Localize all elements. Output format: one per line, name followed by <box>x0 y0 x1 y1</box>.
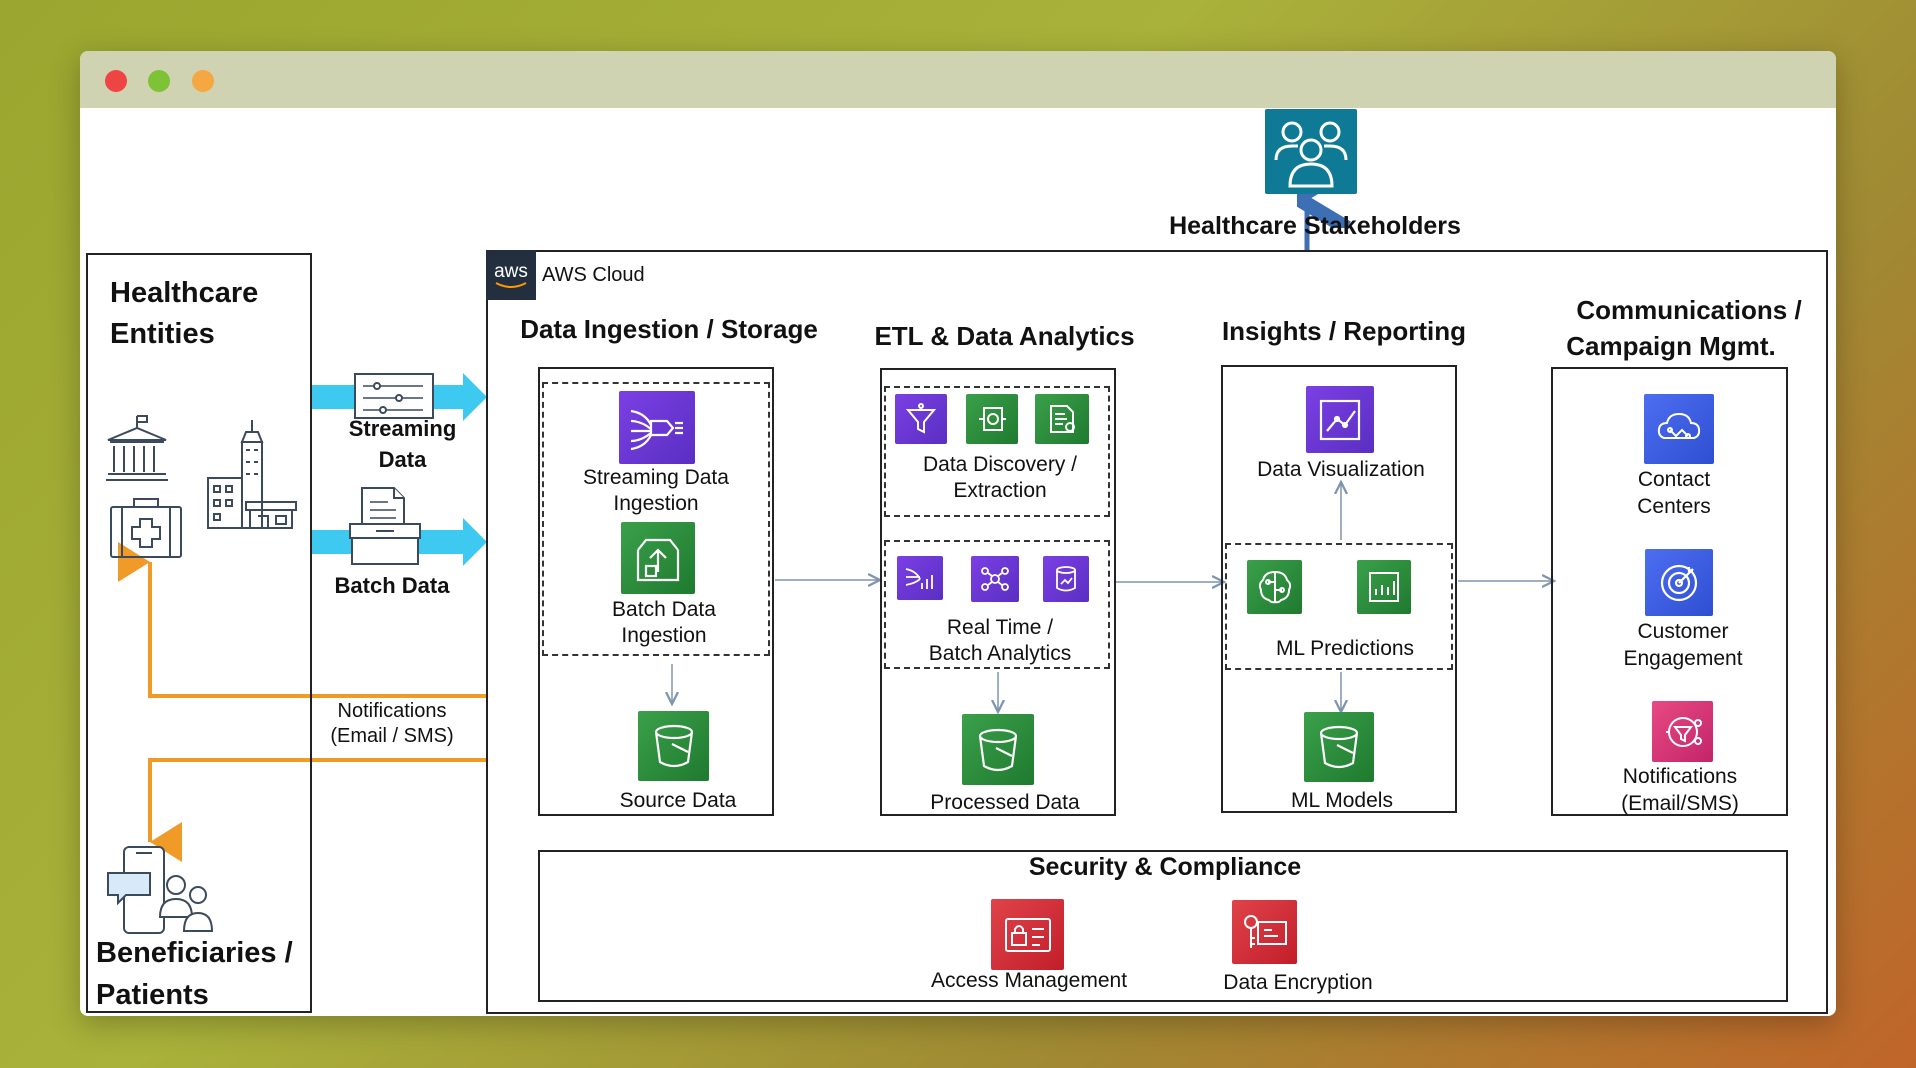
notifications-icon <box>1652 701 1713 762</box>
security-title: Security & Compliance <box>1028 853 1302 881</box>
city-buildings-icon <box>206 418 298 530</box>
contact-centers-label-line1: Contact <box>1637 468 1711 491</box>
entities-title-line2: Entities <box>110 318 215 350</box>
customer-engagement-icon <box>1645 549 1713 616</box>
ml-predictions-label: ML Predictions <box>1275 637 1415 660</box>
engagement-label-line2: Engagement <box>1623 647 1743 670</box>
streaming-data-label-line2: Data <box>378 447 427 472</box>
access-management-icon <box>991 899 1064 970</box>
data-catalog-icon <box>966 394 1018 444</box>
notifications-label-line1: Notifications <box>337 700 447 722</box>
comms-title-line2: Campaign Mgmt. <box>1566 331 1776 361</box>
stakeholders-label: Healthcare Stakeholders <box>1169 212 1461 240</box>
government-building-icon <box>104 414 170 486</box>
processed-data-label: Processed Data <box>930 791 1080 814</box>
entities-title-line1: Healthcare <box>110 277 259 309</box>
processed-s3-bucket-icon <box>962 714 1034 785</box>
ml-models-label: ML Models <box>1291 789 1393 812</box>
comms-notifications-label-line1: Notifications <box>1622 765 1738 788</box>
source-data-label: Source Data <box>619 789 737 812</box>
beneficiaries-title-line2: Patients <box>96 979 209 1011</box>
notifications-label-line2: (Email / SMS) <box>330 725 454 747</box>
glue-funnel-icon <box>895 394 947 444</box>
comms-title-line1: Communications / <box>1576 295 1802 325</box>
patients-chat-icon <box>106 845 216 935</box>
contact-centers-label-line2: Centers <box>1637 495 1711 518</box>
contact-center-icon <box>1644 394 1714 464</box>
ml-models-s3-bucket-icon <box>1304 712 1374 782</box>
streaming-ingestion-label-line1: Streaming Data <box>583 466 729 489</box>
analytics-label-line1: Real Time / <box>946 616 1054 639</box>
etl-title: ETL & Data Analytics <box>874 321 1135 351</box>
beneficiaries-title-line1: Beneficiaries / <box>96 937 293 969</box>
engagement-label-line1: Customer <box>1637 620 1729 643</box>
streaming-analytics-icon <box>897 556 943 600</box>
aws-cloud-label: AWS Cloud <box>542 264 645 286</box>
access-management-label: Access Management <box>930 969 1128 992</box>
batch-transfer-icon <box>621 522 695 594</box>
batch-data-label: Batch Data <box>334 573 450 598</box>
batch-ingestion-label-line1: Batch Data <box>612 598 716 621</box>
cluster-analytics-icon <box>971 556 1019 602</box>
medical-kit-icon <box>108 497 184 561</box>
insights-title: Insights / Reporting <box>1221 316 1467 346</box>
users-group-icon <box>1265 109 1357 194</box>
kinesis-stream-icon <box>619 391 695 464</box>
analytics-database-icon <box>1043 556 1089 602</box>
ingestion-title: Data Ingestion / Storage <box>520 314 818 344</box>
comms-notifications-label-line2: (Email/SMS) <box>1621 792 1739 815</box>
discovery-label-line2: Extraction <box>953 479 1047 502</box>
discovery-label-line1: Data Discovery / <box>922 453 1078 476</box>
data-visualization-icon <box>1306 386 1374 453</box>
streaming-ingestion-label-line2: Ingestion <box>613 492 699 515</box>
batch-files-icon <box>348 486 422 566</box>
data-encryption-label: Data Encryption <box>1223 971 1373 994</box>
visualization-label: Data Visualization <box>1257 458 1425 481</box>
analytics-label-line2: Batch Analytics <box>928 642 1072 665</box>
s3-bucket-icon <box>638 711 709 781</box>
data-encryption-icon <box>1232 900 1297 964</box>
document-search-icon <box>1035 394 1089 444</box>
streaming-server-icon <box>353 372 435 420</box>
streaming-data-label-line1: Streaming <box>348 416 457 441</box>
ml-brain-icon <box>1247 560 1302 614</box>
aws-logo-icon: aws <box>486 250 536 300</box>
ml-chart-icon <box>1357 560 1411 614</box>
batch-ingestion-label-line2: Ingestion <box>621 624 707 647</box>
